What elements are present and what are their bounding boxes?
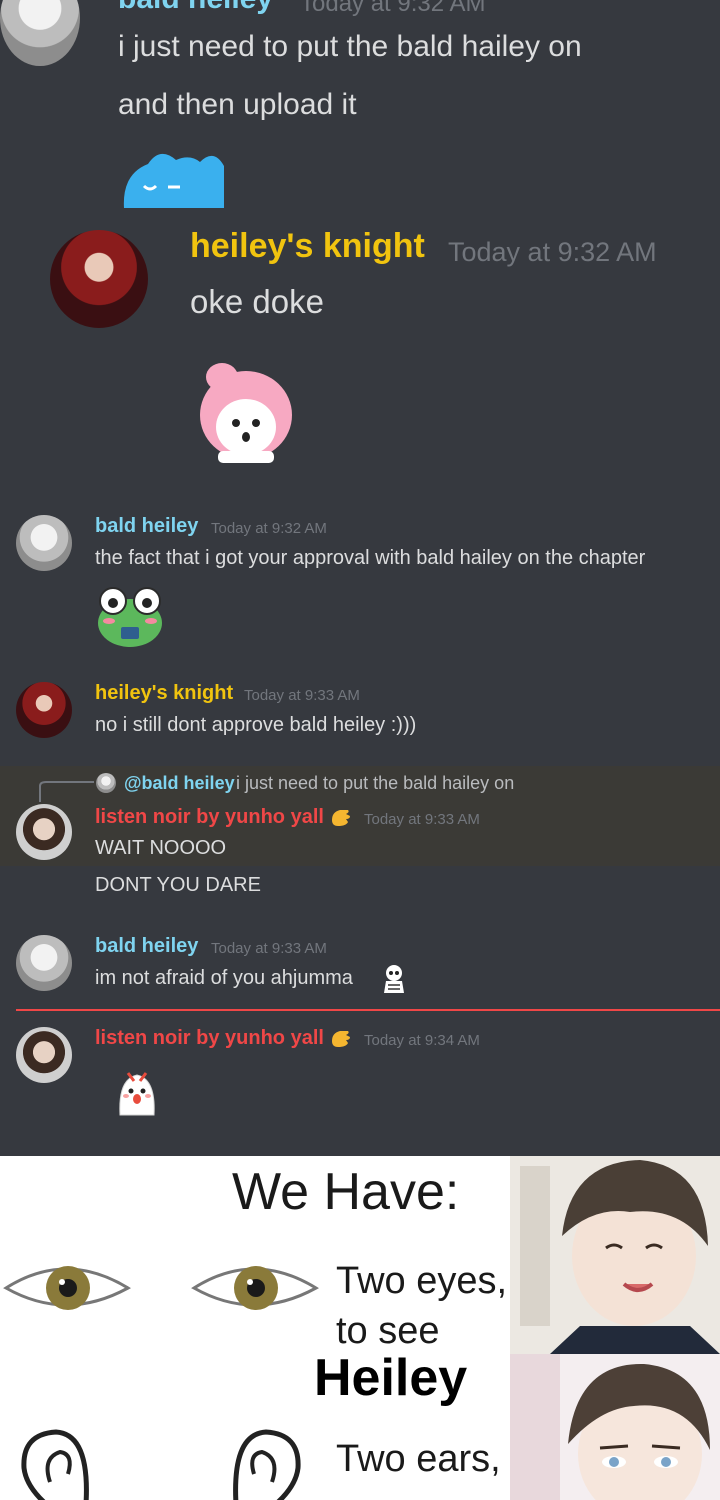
username[interactable]: listen noir by yunho yall <box>95 1027 324 1050</box>
avatar[interactable] <box>16 935 72 991</box>
avatar[interactable] <box>0 0 80 66</box>
left-eye-icon <box>3 1266 131 1310</box>
ears-caption: Two ears, <box>336 1438 501 1480</box>
reply-preview[interactable]: i just need to put the bald hailey on <box>236 773 514 794</box>
message-heileys-knight-2: heiley's knight Today at 9:33 AM no i st… <box>0 670 720 760</box>
raised-hand-emoji-icon <box>332 810 350 826</box>
frog-emote-icon <box>98 587 162 647</box>
timestamp: Today at 9:32 AM <box>211 520 327 537</box>
message-line: oke doke <box>190 283 324 320</box>
raised-hand-emoji-icon <box>332 1031 350 1047</box>
message-line: the fact that i got your approval with b… <box>95 547 646 569</box>
reply-connector-icon <box>39 781 94 802</box>
message-listen-noir-1: @bald heiley i just need to put the bald… <box>0 766 720 916</box>
timestamp: Today at 9:34 AM <box>364 1032 480 1049</box>
eyes-caption-2: to see <box>336 1310 440 1352</box>
timestamp: Today at 9:32 AM <box>300 0 486 17</box>
message-bald-heiley-2: bald heiley Today at 9:32 AM the fact th… <box>0 505 720 665</box>
meme-image: We Have: Two eyes, to see Heiley Two ear… <box>0 1156 720 1500</box>
avatar[interactable] <box>16 1027 72 1083</box>
username[interactable]: bald heiley <box>95 935 198 958</box>
chat-screenshot: bald heiley Today at 9:32 AM i just need… <box>0 0 720 1156</box>
avatar[interactable] <box>50 230 148 328</box>
message-line: no i still dont approve bald heiley :))) <box>95 714 417 736</box>
cute-ghost-emote-icon <box>119 1072 155 1116</box>
new-messages-divider <box>16 1009 720 1011</box>
message-line: im not afraid of you ahjumma <box>95 967 353 989</box>
character-panel-top <box>510 1156 720 1354</box>
avatar[interactable] <box>16 682 72 738</box>
reply-avatar <box>96 773 116 793</box>
message-listen-noir-2: listen noir by yunho yall Today at 9:34 … <box>0 1015 720 1155</box>
right-ear-icon <box>233 1429 301 1500</box>
avatar[interactable] <box>16 515 72 571</box>
timestamp: Today at 9:33 AM <box>211 940 327 957</box>
right-eye-icon <box>191 1266 319 1310</box>
message-line: i just need to put the bald hailey on <box>118 30 582 63</box>
pink-hood-emote-icon <box>200 363 292 463</box>
message-line: WAIT NOOOO <box>95 837 227 859</box>
avatar[interactable] <box>16 804 72 860</box>
username[interactable]: heiley's knight <box>190 227 425 266</box>
meme-title: We Have: <box>232 1163 460 1221</box>
username[interactable]: bald heiley <box>118 0 273 16</box>
overlay-caption: Heiley <box>314 1349 468 1407</box>
skeleton-emote-icon <box>384 965 404 993</box>
left-ear-icon <box>21 1429 89 1500</box>
eyes-caption: Two eyes, <box>336 1260 508 1302</box>
character-panel-bottom <box>510 1354 720 1500</box>
username[interactable]: listen noir by yunho yall <box>95 806 324 829</box>
message-line: DONT YOU DARE <box>95 874 261 896</box>
message-bald-heiley-1: bald heiley Today at 9:32 AM i just need… <box>0 0 720 215</box>
message-line: and then upload it <box>118 88 357 121</box>
timestamp: Today at 9:33 AM <box>364 811 480 828</box>
bunny-emote-icon <box>123 153 224 208</box>
timestamp: Today at 9:32 AM <box>448 237 657 267</box>
timestamp: Today at 9:33 AM <box>244 687 360 704</box>
reply-mention[interactable]: @bald heiley <box>124 773 235 794</box>
message-heileys-knight-1: heiley's knight Today at 9:32 AM oke dok… <box>0 215 720 500</box>
username[interactable]: bald heiley <box>95 515 198 538</box>
username[interactable]: heiley's knight <box>95 682 233 705</box>
message-bald-heiley-3: bald heiley Today at 9:33 AM im not afra… <box>0 925 720 1005</box>
